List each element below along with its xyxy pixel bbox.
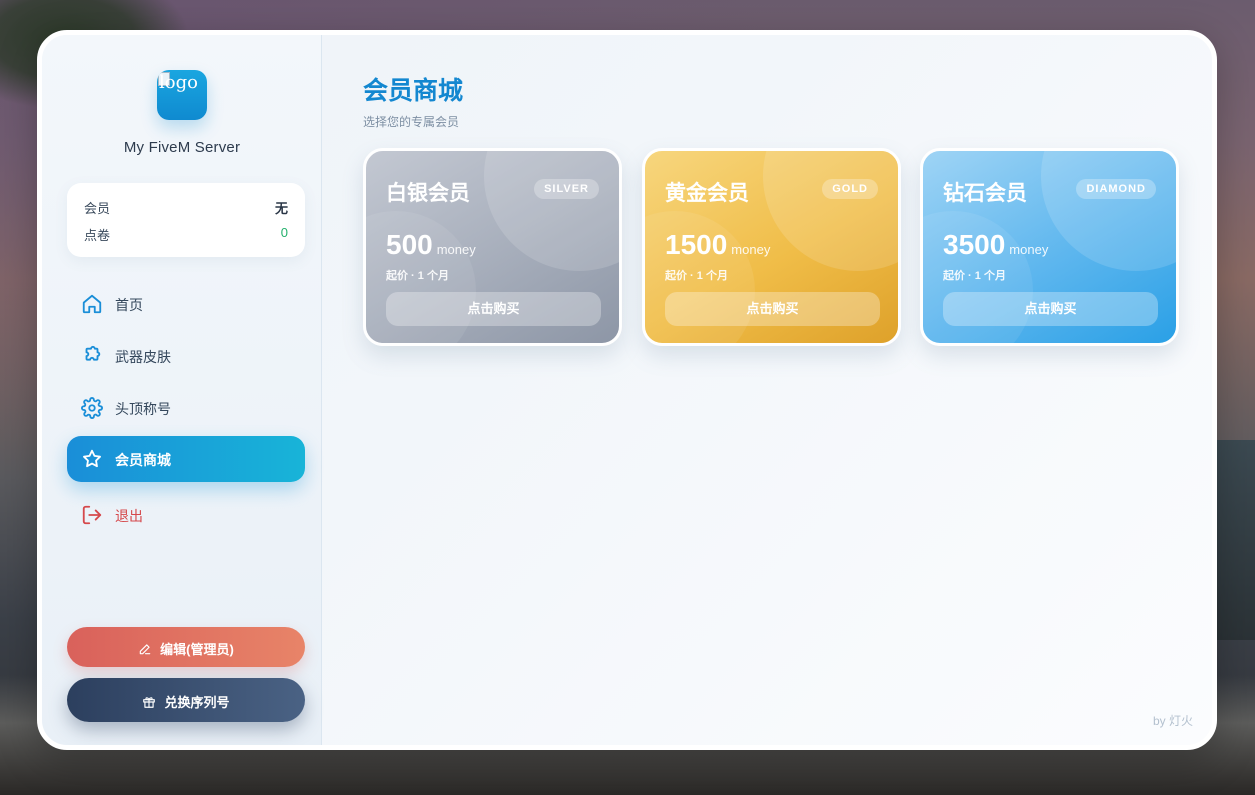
nav-label-member-shop: 会员商城 — [115, 452, 171, 468]
price-value: 500 — [386, 229, 433, 260]
nav-item-home[interactable]: 首页 — [67, 281, 305, 327]
logo-alt-text: logo — [159, 72, 198, 93]
edit-admin-button[interactable]: 编辑(管理员) — [67, 627, 305, 667]
gift-icon — [143, 697, 156, 708]
buy-button-diamond[interactable]: 点击购买 — [943, 292, 1158, 326]
buy-button-silver[interactable]: 点击购买 — [386, 292, 601, 326]
home-icon — [82, 294, 102, 314]
tier-badge: GOLD — [822, 179, 878, 199]
edit-admin-label: 编辑(管理员) — [160, 642, 234, 657]
card-price: 3500 money — [943, 229, 1048, 261]
gear-icon — [81, 397, 103, 419]
card-period: 起价 · 1 个月 — [943, 270, 1006, 282]
server-name: My FiveM Server — [123, 139, 241, 156]
puzzle-icon — [85, 345, 101, 361]
card-period: 起价 · 1 个月 — [386, 270, 449, 282]
membership-value: 无 — [274, 201, 288, 216]
nav-label-logout: 退出 — [115, 508, 143, 524]
redeem-code-button[interactable]: 兑换序列号 — [67, 678, 305, 722]
card-price: 500 money — [386, 229, 476, 261]
main-content: 会员商城 选择您的专属会员 白银会员 SILVER 500 money 起价 · … — [322, 35, 1212, 745]
nav-item-weapon-skins[interactable]: 武器皮肤 — [67, 333, 305, 379]
price-unit: money — [731, 242, 771, 257]
app-panel: logo My FiveM Server 会员 无 点卷 0 首页 武器皮肤 头… — [37, 30, 1217, 750]
price-value: 3500 — [943, 229, 1006, 260]
points-row: 点卷 0 — [84, 225, 288, 243]
nav-label-titles: 头顶称号 — [115, 401, 171, 417]
nav-item-member-shop[interactable]: 会员商城 — [67, 436, 305, 482]
tier-badge: SILVER — [534, 179, 599, 199]
sidebar: logo My FiveM Server 会员 无 点卷 0 首页 武器皮肤 头… — [42, 35, 322, 745]
account-info-card: 会员 无 点卷 0 — [67, 183, 305, 257]
buy-button-gold[interactable]: 点击购买 — [665, 292, 880, 326]
membership-card-diamond: 钻石会员 DIAMOND 3500 money 起价 · 1 个月 点击购买 — [920, 148, 1179, 346]
membership-card-silver: 白银会员 SILVER 500 money 起价 · 1 个月 点击购买 — [363, 148, 622, 346]
card-title: 钻石会员 — [943, 182, 1027, 205]
page-subtitle: 选择您的专属会员 — [363, 115, 460, 129]
membership-label: 会员 — [84, 201, 111, 216]
redeem-code-label: 兑换序列号 — [164, 695, 230, 710]
background-railing — [1215, 440, 1255, 640]
card-title: 黄金会员 — [665, 182, 749, 205]
logout-icon — [82, 505, 102, 525]
membership-card-gold: 黄金会员 GOLD 1500 money 起价 · 1 个月 点击购买 — [642, 148, 901, 346]
star-icon — [83, 449, 101, 468]
points-label: 点卷 — [84, 228, 111, 243]
points-value: 0 — [280, 225, 288, 240]
nav-label-home: 首页 — [115, 297, 143, 313]
author-credit: by 灯火 — [1152, 714, 1193, 728]
nav-label-weapon-skins: 武器皮肤 — [115, 349, 171, 365]
pencil-icon — [139, 644, 151, 655]
price-value: 1500 — [665, 229, 728, 260]
card-title: 白银会员 — [386, 182, 470, 205]
price-unit: money — [1009, 242, 1049, 257]
nav-item-titles[interactable]: 头顶称号 — [67, 385, 305, 431]
membership-row: 会员 无 — [84, 198, 288, 216]
tier-badge: DIAMOND — [1076, 179, 1156, 199]
card-price: 1500 money — [665, 229, 770, 261]
card-period: 起价 · 1 个月 — [665, 270, 728, 282]
page-title: 会员商城 — [363, 77, 464, 105]
nav-item-logout[interactable]: 退出 — [67, 492, 305, 538]
price-unit: money — [436, 242, 476, 257]
server-logo: logo — [157, 70, 207, 120]
